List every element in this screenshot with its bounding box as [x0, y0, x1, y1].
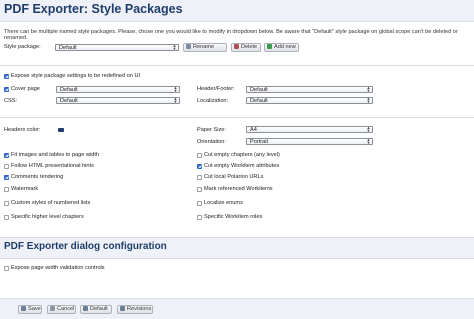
style-package-select[interactable]: Default ▲ ▼: [55, 44, 179, 51]
fit-images-checkbox[interactable]: [4, 153, 9, 158]
css-label: CSS:: [4, 98, 18, 104]
html-hints-checkbox[interactable]: [4, 164, 9, 169]
select-arrows-icon: ▲ ▼: [366, 138, 371, 145]
cover-page-label: Cover page: [11, 86, 40, 92]
page-header: PDF Exporter: Style Packages: [0, 0, 474, 22]
page-width-validation-checkbox[interactable]: [4, 266, 9, 271]
cover-page-value: Default: [60, 87, 78, 93]
default-icon: [83, 306, 88, 311]
dialog-section-header: PDF Exporter dialog configuration: [0, 237, 474, 259]
add-icon: [267, 44, 272, 49]
option-label: Cut empty chapters (any level): [204, 152, 280, 158]
header-footer-label: Header/Footer:: [197, 86, 235, 92]
option-label: Comments rendering: [11, 174, 64, 180]
select-arrows-icon: ▲ ▼: [173, 86, 178, 93]
divider: [0, 117, 474, 118]
expose-checkbox[interactable]: [4, 74, 9, 79]
divider: [0, 65, 474, 66]
select-arrows-icon: ▲ ▼: [366, 97, 371, 104]
expose-label: Expose style package settings to be rede…: [11, 73, 141, 79]
option-label: Fit images and tables to page width: [11, 152, 99, 158]
section-title: PDF Exporter dialog configuration: [4, 241, 167, 252]
header-footer-select[interactable]: Default ▲ ▼: [246, 86, 373, 93]
cancel-button[interactable]: Cancel: [47, 305, 76, 314]
option-label: Follow HTML presentational hints: [11, 163, 94, 169]
workitem-roles-checkbox[interactable]: [197, 215, 202, 220]
cancel-icon: [50, 306, 55, 311]
orientation-select[interactable]: Portrait ▲ ▼: [246, 138, 373, 145]
select-arrows-icon: ▲ ▼: [172, 44, 177, 51]
option-label: Watermark: [11, 186, 39, 192]
option-label: Custom styles of numbered lists: [11, 200, 91, 206]
add-new-button[interactable]: Add new: [264, 43, 299, 52]
delete-button[interactable]: Delete: [231, 43, 261, 52]
select-arrows-icon: ▲ ▼: [366, 86, 371, 93]
localization-label: Localization:: [197, 98, 229, 104]
cut-empty-attributes-checkbox[interactable]: [197, 164, 202, 169]
page-width-validation-label: Expose page width validation controls: [11, 265, 105, 271]
orientation-label: Orientation:: [197, 139, 226, 145]
numbered-lists-checkbox[interactable]: [4, 201, 9, 206]
localization-value: Default: [250, 98, 268, 104]
css-value: Default: [60, 98, 78, 104]
higher-chapters-checkbox[interactable]: [4, 215, 9, 220]
cut-local-urls-checkbox[interactable]: [197, 175, 202, 180]
style-package-value: Default: [59, 45, 77, 51]
info-note: There can be multiple named style packag…: [4, 29, 458, 41]
orientation-value: Portrait: [250, 139, 269, 145]
save-button[interactable]: Save: [18, 305, 42, 314]
option-label: Specific Workitem roles: [204, 214, 263, 220]
localize-enums-checkbox[interactable]: [197, 201, 202, 206]
default-button[interactable]: Default: [80, 305, 112, 314]
rename-button[interactable]: Rename: [183, 43, 227, 52]
localization-select[interactable]: Default ▲ ▼: [246, 97, 373, 104]
page-title: PDF Exporter: Style Packages: [4, 2, 183, 16]
option-label: Cut local Polarion URLs: [204, 174, 264, 180]
headers-color-label: Headers color:: [4, 127, 41, 133]
headers-color-swatch[interactable]: [58, 128, 64, 132]
cover-page-checkbox[interactable]: [4, 87, 9, 92]
option-label: Specific higher level chapters: [11, 214, 84, 220]
paper-size-select[interactable]: A4 ▲ ▼: [246, 126, 373, 133]
select-arrows-icon: ▲ ▼: [366, 126, 371, 133]
revisions-button[interactable]: Revisions: [117, 305, 153, 314]
option-label: Localize enums: [204, 200, 243, 206]
mark-referenced-checkbox[interactable]: [197, 187, 202, 192]
option-label: Cut empty Workitem attributes: [204, 163, 280, 169]
footer-bar: Save Cancel Default Revisions: [0, 298, 474, 319]
rename-icon: [186, 44, 191, 49]
option-label: Mark referenced Workitems: [204, 186, 273, 192]
cut-empty-chapters-checkbox[interactable]: [197, 153, 202, 158]
cover-page-select[interactable]: Default ▲ ▼: [56, 86, 180, 93]
paper-size-label: Paper Size:: [197, 127, 226, 133]
watermark-checkbox[interactable]: [4, 187, 9, 192]
select-arrows-icon: ▲ ▼: [173, 97, 178, 104]
delete-icon: [234, 44, 239, 49]
save-icon: [21, 306, 26, 311]
paper-size-value: A4: [250, 127, 257, 133]
style-package-label: Style package:: [4, 44, 41, 50]
comments-rendering-checkbox[interactable]: [4, 175, 9, 180]
header-footer-value: Default: [250, 87, 268, 93]
revisions-icon: [120, 306, 125, 311]
css-select[interactable]: Default ▲ ▼: [56, 97, 180, 104]
